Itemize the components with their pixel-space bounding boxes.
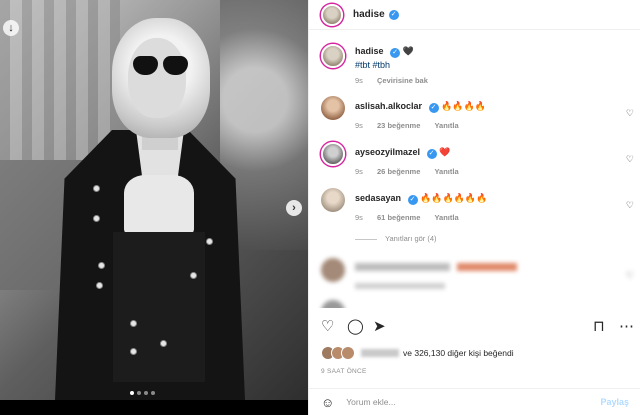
comment-author[interactable]: ayseozyilmazel (355, 147, 420, 157)
comment-likes[interactable]: 26 beğenme (377, 167, 420, 176)
verified-icon: ✓ (388, 9, 399, 20)
avatar[interactable] (321, 142, 345, 166)
photo-background (0, 0, 308, 400)
comments-list: hadise ✓ 🖤 #tbt #tbh 9s Çevirisine bak a… (309, 38, 640, 308)
reply-button[interactable]: Yanıtla (434, 213, 458, 222)
caption-emoji: 🖤 (402, 46, 414, 56)
avatar[interactable] (321, 300, 345, 308)
like-comment-heart-icon[interactable]: ♡ (626, 154, 634, 165)
verified-icon: ✓ (407, 195, 418, 205)
post-header: hadise ✓ (309, 0, 640, 30)
avatar[interactable] (321, 188, 345, 212)
action-bar: ♡ ◯ ➤ ⊓ ⋯ (309, 316, 640, 338)
caption-tags[interactable]: #tbt #tbh (355, 60, 614, 70)
emoji-icon[interactable]: ☺ (321, 395, 334, 410)
avatar[interactable] (321, 258, 345, 282)
avatar[interactable] (321, 44, 345, 68)
view-replies[interactable]: Yanıtları gör (4) (355, 234, 437, 243)
add-comment-bar: ☺ Yorum ekle... Paylaş (309, 388, 640, 415)
reply-button[interactable]: Yanıtla (434, 167, 458, 176)
caption-author[interactable]: hadise (355, 46, 384, 56)
verified-icon: ✓ (390, 48, 401, 58)
comment-likes[interactable]: 23 beğenme (377, 121, 420, 130)
post-comment-button[interactable]: Paylaş (600, 397, 629, 407)
post-photo[interactable]: ↓ › (0, 0, 308, 415)
comment-author[interactable]: aslisah.alkoclar (355, 101, 422, 111)
comment-time: 9s (355, 213, 363, 222)
post-timestamp: 9 SAAT ÖNCE (321, 368, 367, 375)
heart-icon[interactable]: ♡ (321, 318, 334, 336)
carousel-dots (130, 391, 155, 395)
comment-input[interactable]: Yorum ekle... (346, 397, 600, 407)
like-comment-heart-icon[interactable]: ♡ (626, 108, 634, 119)
comment-time: 9s (355, 121, 363, 130)
verified-icon: ✓ (426, 149, 437, 159)
avatar[interactable] (321, 96, 345, 120)
comment-text: 🔥🔥🔥🔥 (441, 101, 486, 111)
share-icon[interactable]: ➤ (373, 318, 386, 336)
bookmark-icon[interactable]: ⊓ (593, 318, 605, 336)
comment-time: 9s (355, 167, 363, 176)
like-comment-heart-icon[interactable]: ♡ (626, 270, 634, 281)
instagram-post-view: ↓ › hadise ✓ hadise ✓ 🖤 #tbt #tbh 9s Çev… (0, 0, 640, 415)
comment-author[interactable]: sedasayan (355, 193, 401, 203)
post-author[interactable]: hadise (353, 9, 385, 20)
post-sidebar: hadise ✓ hadise ✓ 🖤 #tbt #tbh 9s Çeviris… (308, 0, 640, 415)
more-icon[interactable]: ⋯ (619, 318, 634, 336)
sunglasses (133, 56, 189, 76)
next-image-button[interactable]: › (286, 200, 302, 216)
translate-link[interactable]: Çevirisine bak (377, 76, 428, 85)
reply-button[interactable]: Yanıtla (434, 121, 458, 130)
caption-time: 9s (355, 76, 363, 85)
likes-count: ve 326,130 diğer kişi beğendi (403, 348, 514, 358)
liker-avatars (321, 346, 355, 360)
comment-icon[interactable]: ◯ (347, 318, 364, 336)
avatar[interactable] (321, 3, 343, 26)
like-comment-heart-icon[interactable]: ♡ (626, 200, 634, 211)
comment-text: 🔥🔥🔥🔥🔥🔥 (420, 193, 488, 203)
verified-icon: ✓ (428, 103, 439, 113)
comment-likes[interactable]: 61 beğenme (377, 213, 420, 222)
download-icon[interactable]: ↓ (3, 20, 19, 36)
likes-summary[interactable]: ve 326,130 diğer kişi beğendi (321, 346, 514, 360)
comment-text: ❤️ (439, 147, 451, 157)
